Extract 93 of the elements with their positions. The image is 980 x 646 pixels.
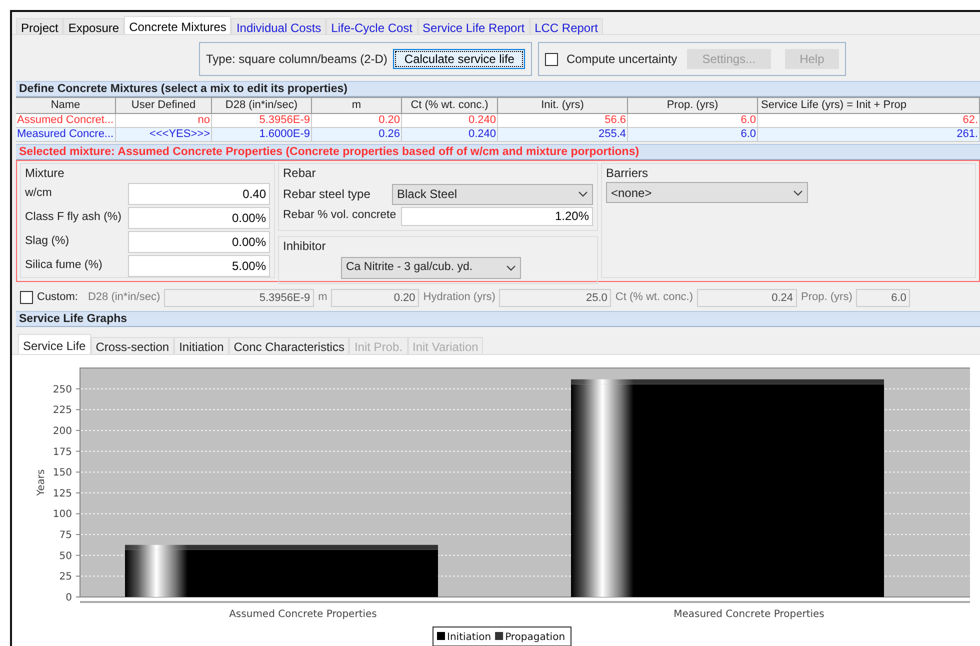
table-cell[interactable]: 0.20 xyxy=(312,114,402,128)
input-field[interactable]: 0.20 xyxy=(331,288,420,306)
tab[interactable]: Concrete Mixtures xyxy=(124,16,232,34)
chevron-icon xyxy=(578,191,588,197)
table-cell[interactable]: no xyxy=(116,114,212,128)
tick-label: 50 xyxy=(59,550,72,562)
dropdown[interactable]: Black Steel xyxy=(392,184,593,204)
tab[interactable]: Conc Characteristics xyxy=(228,337,350,354)
tab[interactable]: Project xyxy=(16,18,64,34)
checkbox[interactable] xyxy=(545,52,558,66)
chevron-icon xyxy=(506,265,516,271)
table-cell[interactable]: 261. xyxy=(758,128,980,142)
chevron-icon xyxy=(793,190,803,196)
checkbox[interactable] xyxy=(20,291,33,304)
group-label: Barriers xyxy=(606,165,648,181)
field-label: Ct (% wt. conc.) xyxy=(615,290,694,306)
tab: Init Prob. xyxy=(349,337,408,354)
field-label: Rebar steel type xyxy=(283,186,372,203)
group-label: Inhibitor xyxy=(283,238,326,254)
field-label: Silica fume (%) xyxy=(25,258,104,274)
tab[interactable]: LCC Report xyxy=(530,18,603,34)
field-label: Rebar % vol. concrete xyxy=(283,208,398,224)
input-field[interactable]: 5.3956E-9 xyxy=(164,288,314,306)
column-header: Ct (% wt. conc.) xyxy=(402,97,498,114)
input-field[interactable]: 0.00% xyxy=(128,231,270,253)
group-label: Rebar xyxy=(283,165,316,181)
table-cell[interactable]: 5.3956E-9 xyxy=(212,114,312,128)
field-label: Hydration (yrs) xyxy=(423,290,496,306)
column-header: D28 (in*in/sec) xyxy=(212,97,312,114)
table-cell[interactable]: <<<YES>>> xyxy=(116,128,212,142)
column-header: Name xyxy=(16,97,116,114)
field-label: m xyxy=(318,290,328,306)
tick-label: 100 xyxy=(52,509,72,520)
calculate-button[interactable]: Calculate service life xyxy=(393,49,526,69)
tick-label: 0 xyxy=(66,592,72,604)
field-label: Slag (%) xyxy=(25,234,70,250)
tab: Init Variation xyxy=(408,337,484,354)
table-cell[interactable]: 255.4 xyxy=(498,128,628,142)
dropdown[interactable]: <none> xyxy=(606,182,808,203)
column-header: Prop. (yrs) xyxy=(628,97,758,114)
category-label: Assumed Concrete Properties xyxy=(229,609,377,620)
input-field[interactable]: 0.00% xyxy=(128,207,270,229)
dropdown[interactable]: Ca Nitrite - 3 gal/cub. yd. xyxy=(341,257,521,279)
legend-label: Propagation xyxy=(505,632,566,643)
section-header: Service Life Graphs xyxy=(16,311,980,327)
input-field[interactable]: 5.00% xyxy=(128,255,270,277)
input-field[interactable]: 25.0 xyxy=(499,288,612,306)
table-cell[interactable]: Measured Concre... xyxy=(16,128,116,142)
table-cell[interactable]: 0.240 xyxy=(402,114,498,128)
axis-title: Years xyxy=(36,469,47,496)
table-cell[interactable]: 0.240 xyxy=(402,128,498,142)
tick-label: 125 xyxy=(52,488,72,500)
table-cell[interactable]: 1.6000E-9 xyxy=(212,128,312,142)
tab[interactable]: Cross-section xyxy=(90,337,174,354)
input-field[interactable]: 1.20% xyxy=(401,206,593,226)
tick-label: 175 xyxy=(52,446,72,458)
tick-label: 250 xyxy=(52,384,72,396)
legend-label: Initiation xyxy=(447,632,492,643)
table-cell[interactable]: 62. xyxy=(758,114,980,128)
table-cell[interactable]: 0.26 xyxy=(312,128,402,142)
tab[interactable]: Initiation xyxy=(174,337,229,354)
table-cell[interactable]: Assumed Concret... xyxy=(16,114,116,128)
section-header: Define Concrete Mixtures (select a mix to edit its properties) xyxy=(16,81,980,97)
tab[interactable]: Exposure xyxy=(63,18,124,34)
tab[interactable]: Life-Cycle Cost xyxy=(326,18,418,34)
tick-label: 150 xyxy=(52,468,72,479)
column-header: m xyxy=(312,97,402,114)
field-label: w/cm xyxy=(25,186,53,202)
tick-label: 200 xyxy=(52,426,72,437)
tab[interactable]: Service Life xyxy=(18,334,91,354)
tick-label: 225 xyxy=(52,405,72,416)
tick-label: 75 xyxy=(59,530,72,542)
type-label: Type: square column/beams (2-D) xyxy=(206,51,388,68)
field-label: D28 (in*in/sec) xyxy=(88,290,160,306)
table-cell[interactable]: 6.0 xyxy=(628,128,758,142)
column-header: User Defined xyxy=(116,97,212,114)
checkbox-label: Custom: xyxy=(37,290,78,306)
input-field[interactable]: 6.0 xyxy=(856,288,910,306)
column-header: Init. (yrs) xyxy=(498,97,628,114)
category-label: Measured Concrete Properties xyxy=(674,609,824,620)
input-field[interactable]: 0.40 xyxy=(128,183,270,205)
tick-label: 25 xyxy=(59,572,72,583)
input-field[interactable]: 0.24 xyxy=(697,288,798,306)
section-header: Selected mixture: Assumed Concrete Properties (Concrete properties based off of w/cm and mixture porportions) xyxy=(16,144,980,160)
field-label: Class F fly ash (%) xyxy=(25,210,122,226)
group-label: Mixture xyxy=(25,165,64,181)
table-cell[interactable]: 6.0 xyxy=(628,114,758,128)
tab[interactable]: Service Life Report xyxy=(418,18,530,34)
table-cell[interactable]: 56.6 xyxy=(498,114,628,128)
field-label: Prop. (yrs) xyxy=(801,290,852,306)
checkbox-label: Compute uncertainty xyxy=(566,51,678,68)
tab[interactable]: Individual Costs xyxy=(231,18,326,34)
column-header: Service Life (yrs) = Init + Prop xyxy=(758,97,980,114)
